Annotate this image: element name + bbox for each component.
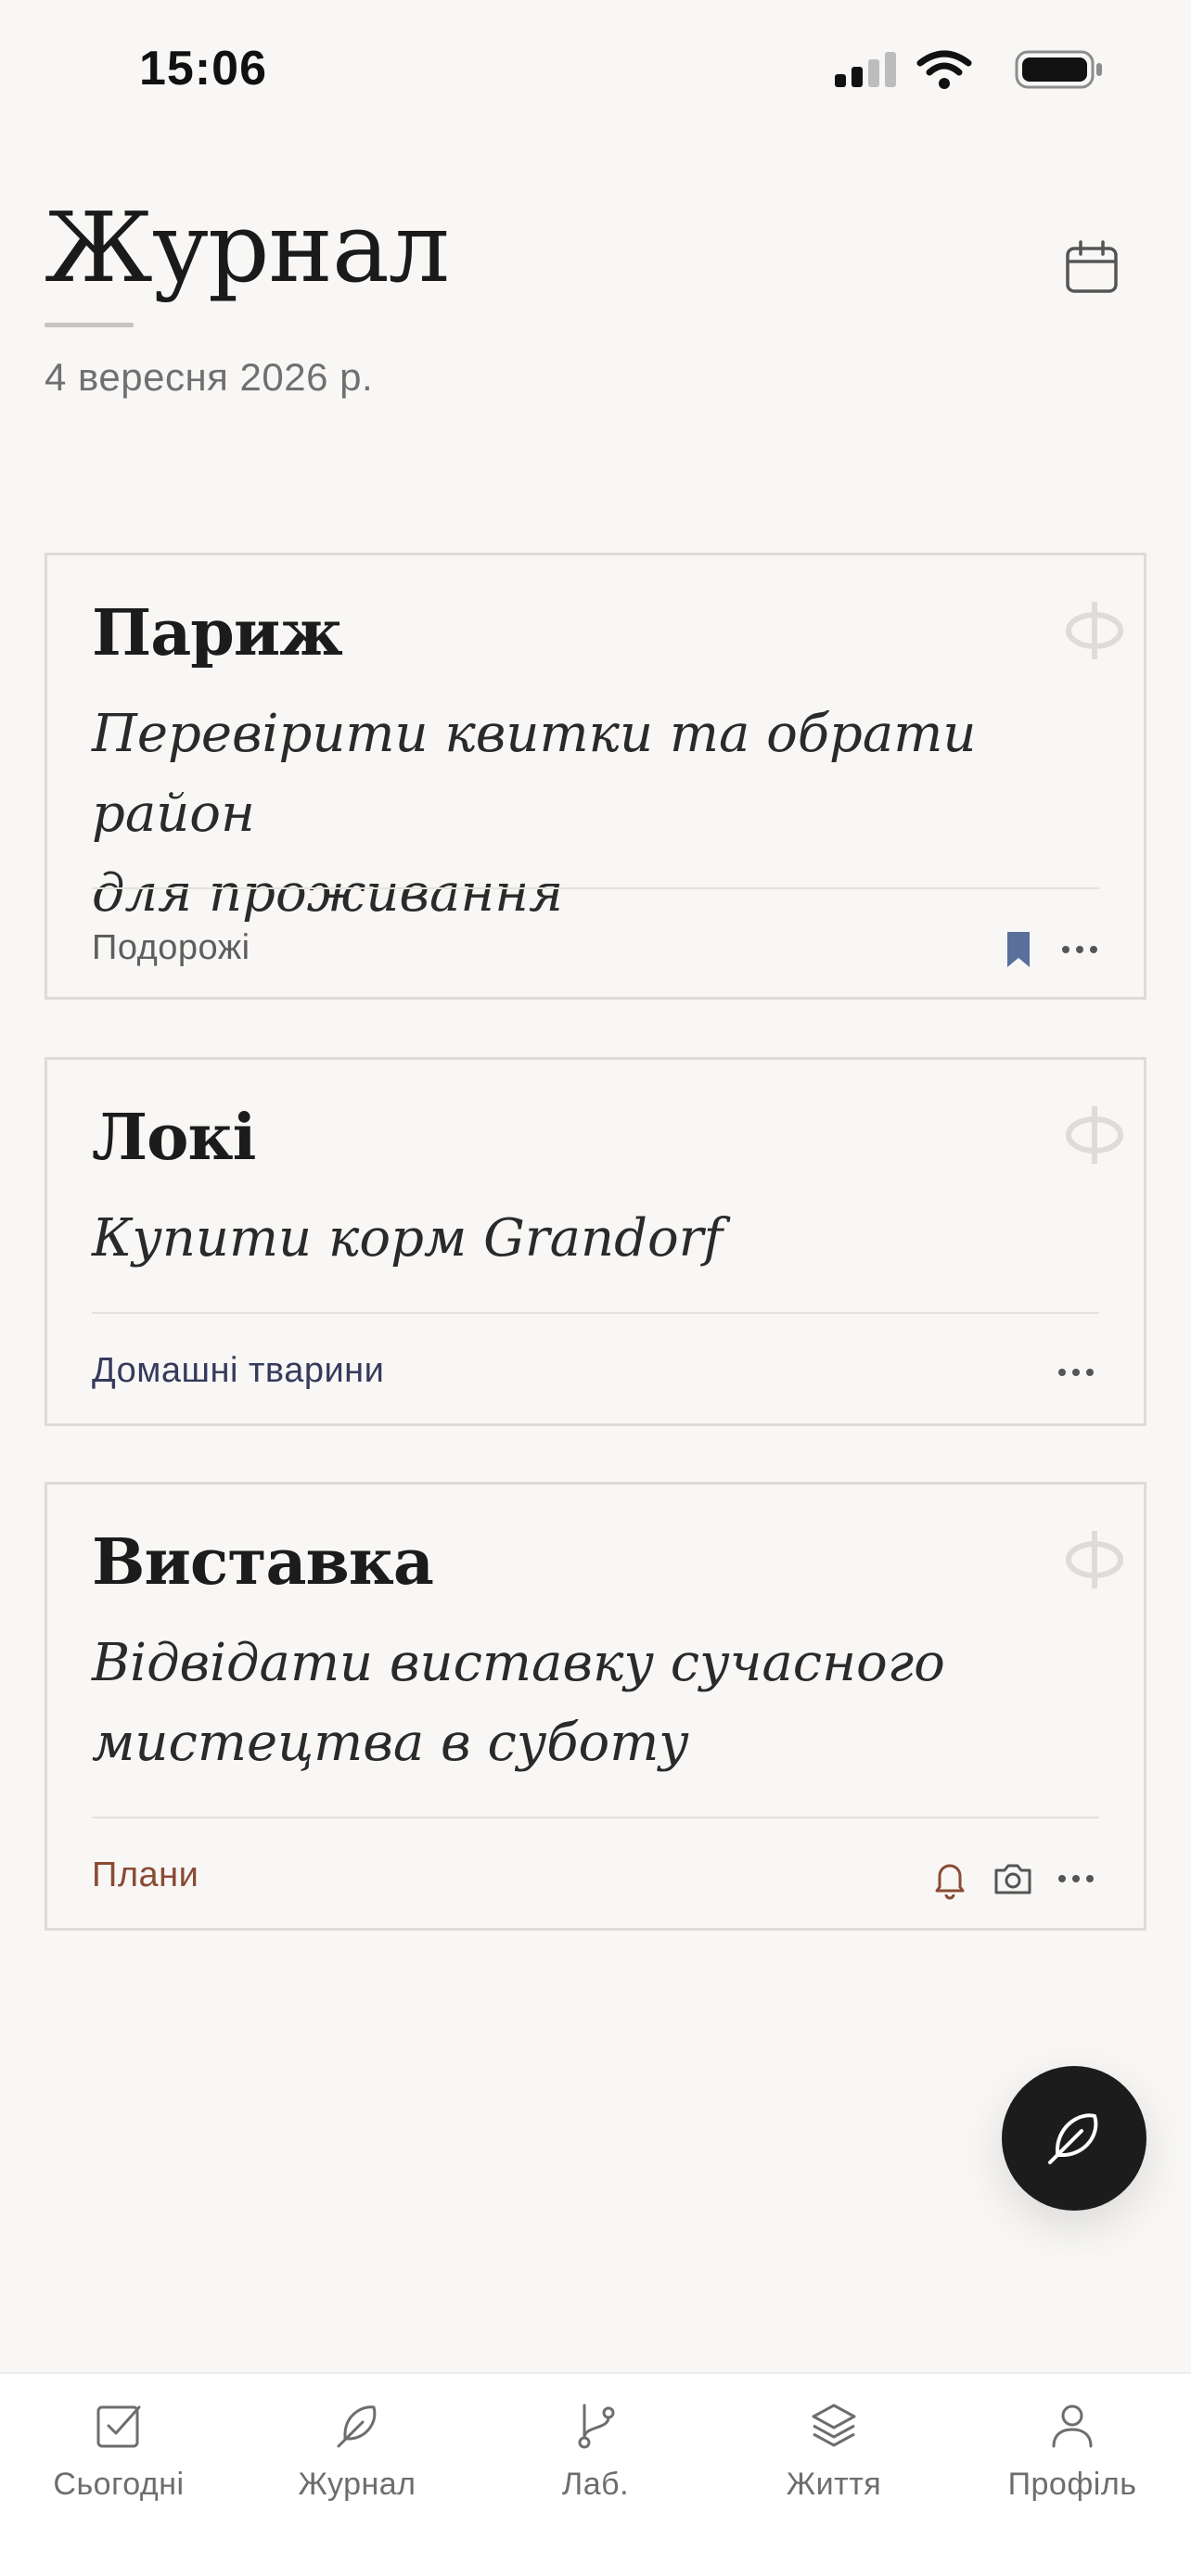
journal-entry-card[interactable]: Виставка Відвідати виставку сучасного ми… [45, 1482, 1146, 1931]
branch-icon [578, 2404, 615, 2449]
layers-icon [812, 2404, 856, 2447]
status-time: 15:06 [139, 42, 267, 96]
entry-text-line: Перевірити квитки та обрати район [92, 704, 977, 844]
new-entry-button[interactable] [1002, 2066, 1146, 2211]
battery-icon [1015, 50, 1102, 89]
tab-journal[interactable]: Журнал [238, 2374, 476, 2576]
feather-pen-icon [1048, 2113, 1098, 2164]
tab-label: Сьогодні [53, 2467, 185, 2502]
tab-profile[interactable]: Профіль [954, 2374, 1191, 2576]
more-options-button[interactable] [1053, 1855, 1099, 1902]
page-date: 4 вересня 2026 р. [45, 355, 374, 400]
entry-text-line: мистецтва в суботу [92, 1713, 689, 1773]
bookmark-button[interactable] [995, 926, 1042, 973]
entry-text-line: Купити корм Grandorf [92, 1208, 724, 1269]
entry-title: Виставка [92, 1525, 434, 1600]
tab-label: Профіль [1007, 2467, 1137, 2502]
bookmark-icon [1007, 932, 1030, 967]
cellular-signal-icon [835, 52, 896, 87]
entry-title: Локі [92, 1101, 256, 1175]
tab-label: Журнал [298, 2467, 416, 2502]
tab-today[interactable]: Сьогодні [0, 2374, 237, 2576]
entry-text-line: Відвідати виставку сучасного [92, 1633, 945, 1693]
user-icon [1052, 2404, 1093, 2448]
tab-label: Лаб. [561, 2467, 630, 2502]
journal-entry-card[interactable]: Париж Перевірити квитки та обрати район … [45, 553, 1146, 1000]
entry-text: Купити корм Grandorf [92, 1199, 1094, 1279]
wifi-icon [916, 50, 972, 89]
journal-entry-card[interactable]: Локі Купити корм Grandorf Домашні тварин… [45, 1057, 1146, 1426]
more-icon [1058, 1875, 1094, 1882]
entry-category-tag[interactable]: Домашні тварини [92, 1351, 384, 1391]
tab-life[interactable]: Життя [715, 2374, 953, 2576]
reminder-button[interactable] [927, 1855, 973, 1902]
calendar-button[interactable] [1063, 239, 1121, 297]
more-icon [1058, 1369, 1094, 1376]
entry-title: Париж [92, 596, 343, 670]
more-options-button[interactable] [1057, 926, 1103, 973]
checkbox-icon [96, 2405, 141, 2448]
card-divider [92, 1312, 1099, 1314]
calendar-icon [1066, 240, 1118, 293]
bottom-tab-bar: Сьогодні Журнал Лаб. Життя Профіль [0, 2372, 1191, 2576]
tab-label: Життя [786, 2467, 882, 2502]
page-header: Журнал 4 вересня 2026 р. [45, 195, 1146, 400]
more-options-button[interactable] [1053, 1349, 1099, 1396]
title-underline [45, 323, 134, 328]
more-icon [1062, 946, 1097, 953]
photo-button[interactable] [990, 1855, 1036, 1902]
camera-icon [994, 1864, 1031, 1894]
entry-text: Перевірити квитки та обрати район для пр… [92, 695, 1094, 934]
status-bar: 15:06 [0, 0, 1191, 139]
bell-icon [935, 1864, 965, 1900]
entry-category-tag[interactable]: Плани [92, 1855, 198, 1895]
card-divider [92, 887, 1099, 889]
entry-category-tag[interactable]: Подорожі [92, 928, 250, 968]
page-title: Журнал [45, 191, 450, 304]
card-divider [92, 1817, 1099, 1818]
tab-lab[interactable]: Лаб. [477, 2374, 714, 2576]
entry-text-line: для проживання [92, 863, 564, 924]
entry-text: Відвідати виставку сучасного мистецтва в… [92, 1624, 1094, 1783]
feather-icon [337, 2405, 377, 2448]
